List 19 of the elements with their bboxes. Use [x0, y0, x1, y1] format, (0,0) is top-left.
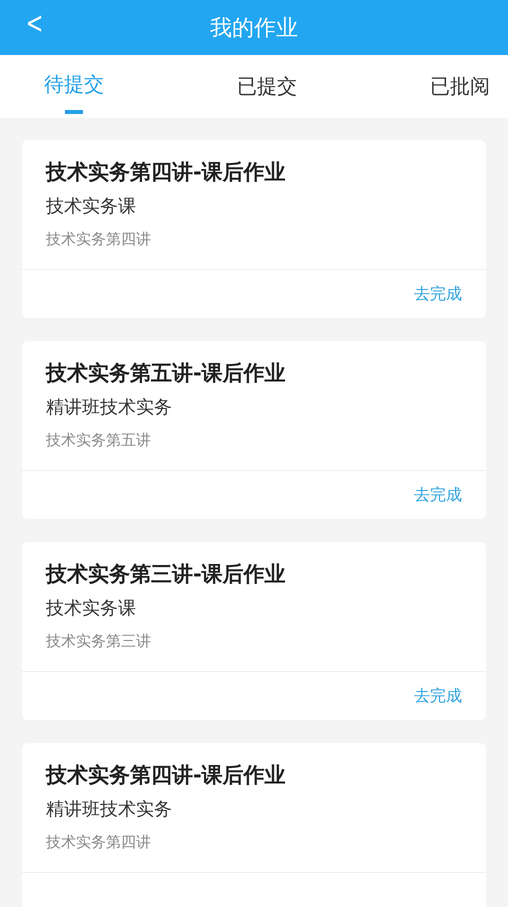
- homework-title: 技术实务第四讲-课后作业: [46, 159, 287, 186]
- lesson-name: 技术实务第四讲: [46, 832, 152, 853]
- complete-link[interactable]: 去完成: [414, 484, 462, 506]
- page-title: 我的作业: [210, 14, 298, 42]
- complete-link[interactable]: 去完成: [414, 284, 462, 304]
- lesson-name: 技术实务第三讲: [46, 631, 152, 652]
- course-name: 技术实务课: [46, 597, 137, 621]
- homework-title: 技术实务第三讲-课后作业: [46, 561, 287, 588]
- lesson-name: 技术实务第四讲: [46, 229, 152, 250]
- course-name: 精讲班技术实务: [46, 798, 173, 822]
- tab[interactable]: 已批阅: [430, 55, 490, 118]
- lesson-name: 技术实务第五讲: [46, 430, 152, 451]
- tab[interactable]: 已提交: [237, 55, 297, 118]
- homework-title: 技术实务第五讲-课后作业: [46, 360, 287, 387]
- complete-link[interactable]: 去完成: [414, 686, 462, 706]
- homework-title: 技术实务第四讲-课后作业: [46, 762, 287, 789]
- back-button[interactable]: <: [20, 6, 49, 41]
- course-name: 精讲班技术实务: [46, 396, 173, 420]
- course-name: 技术实务课: [46, 195, 137, 219]
